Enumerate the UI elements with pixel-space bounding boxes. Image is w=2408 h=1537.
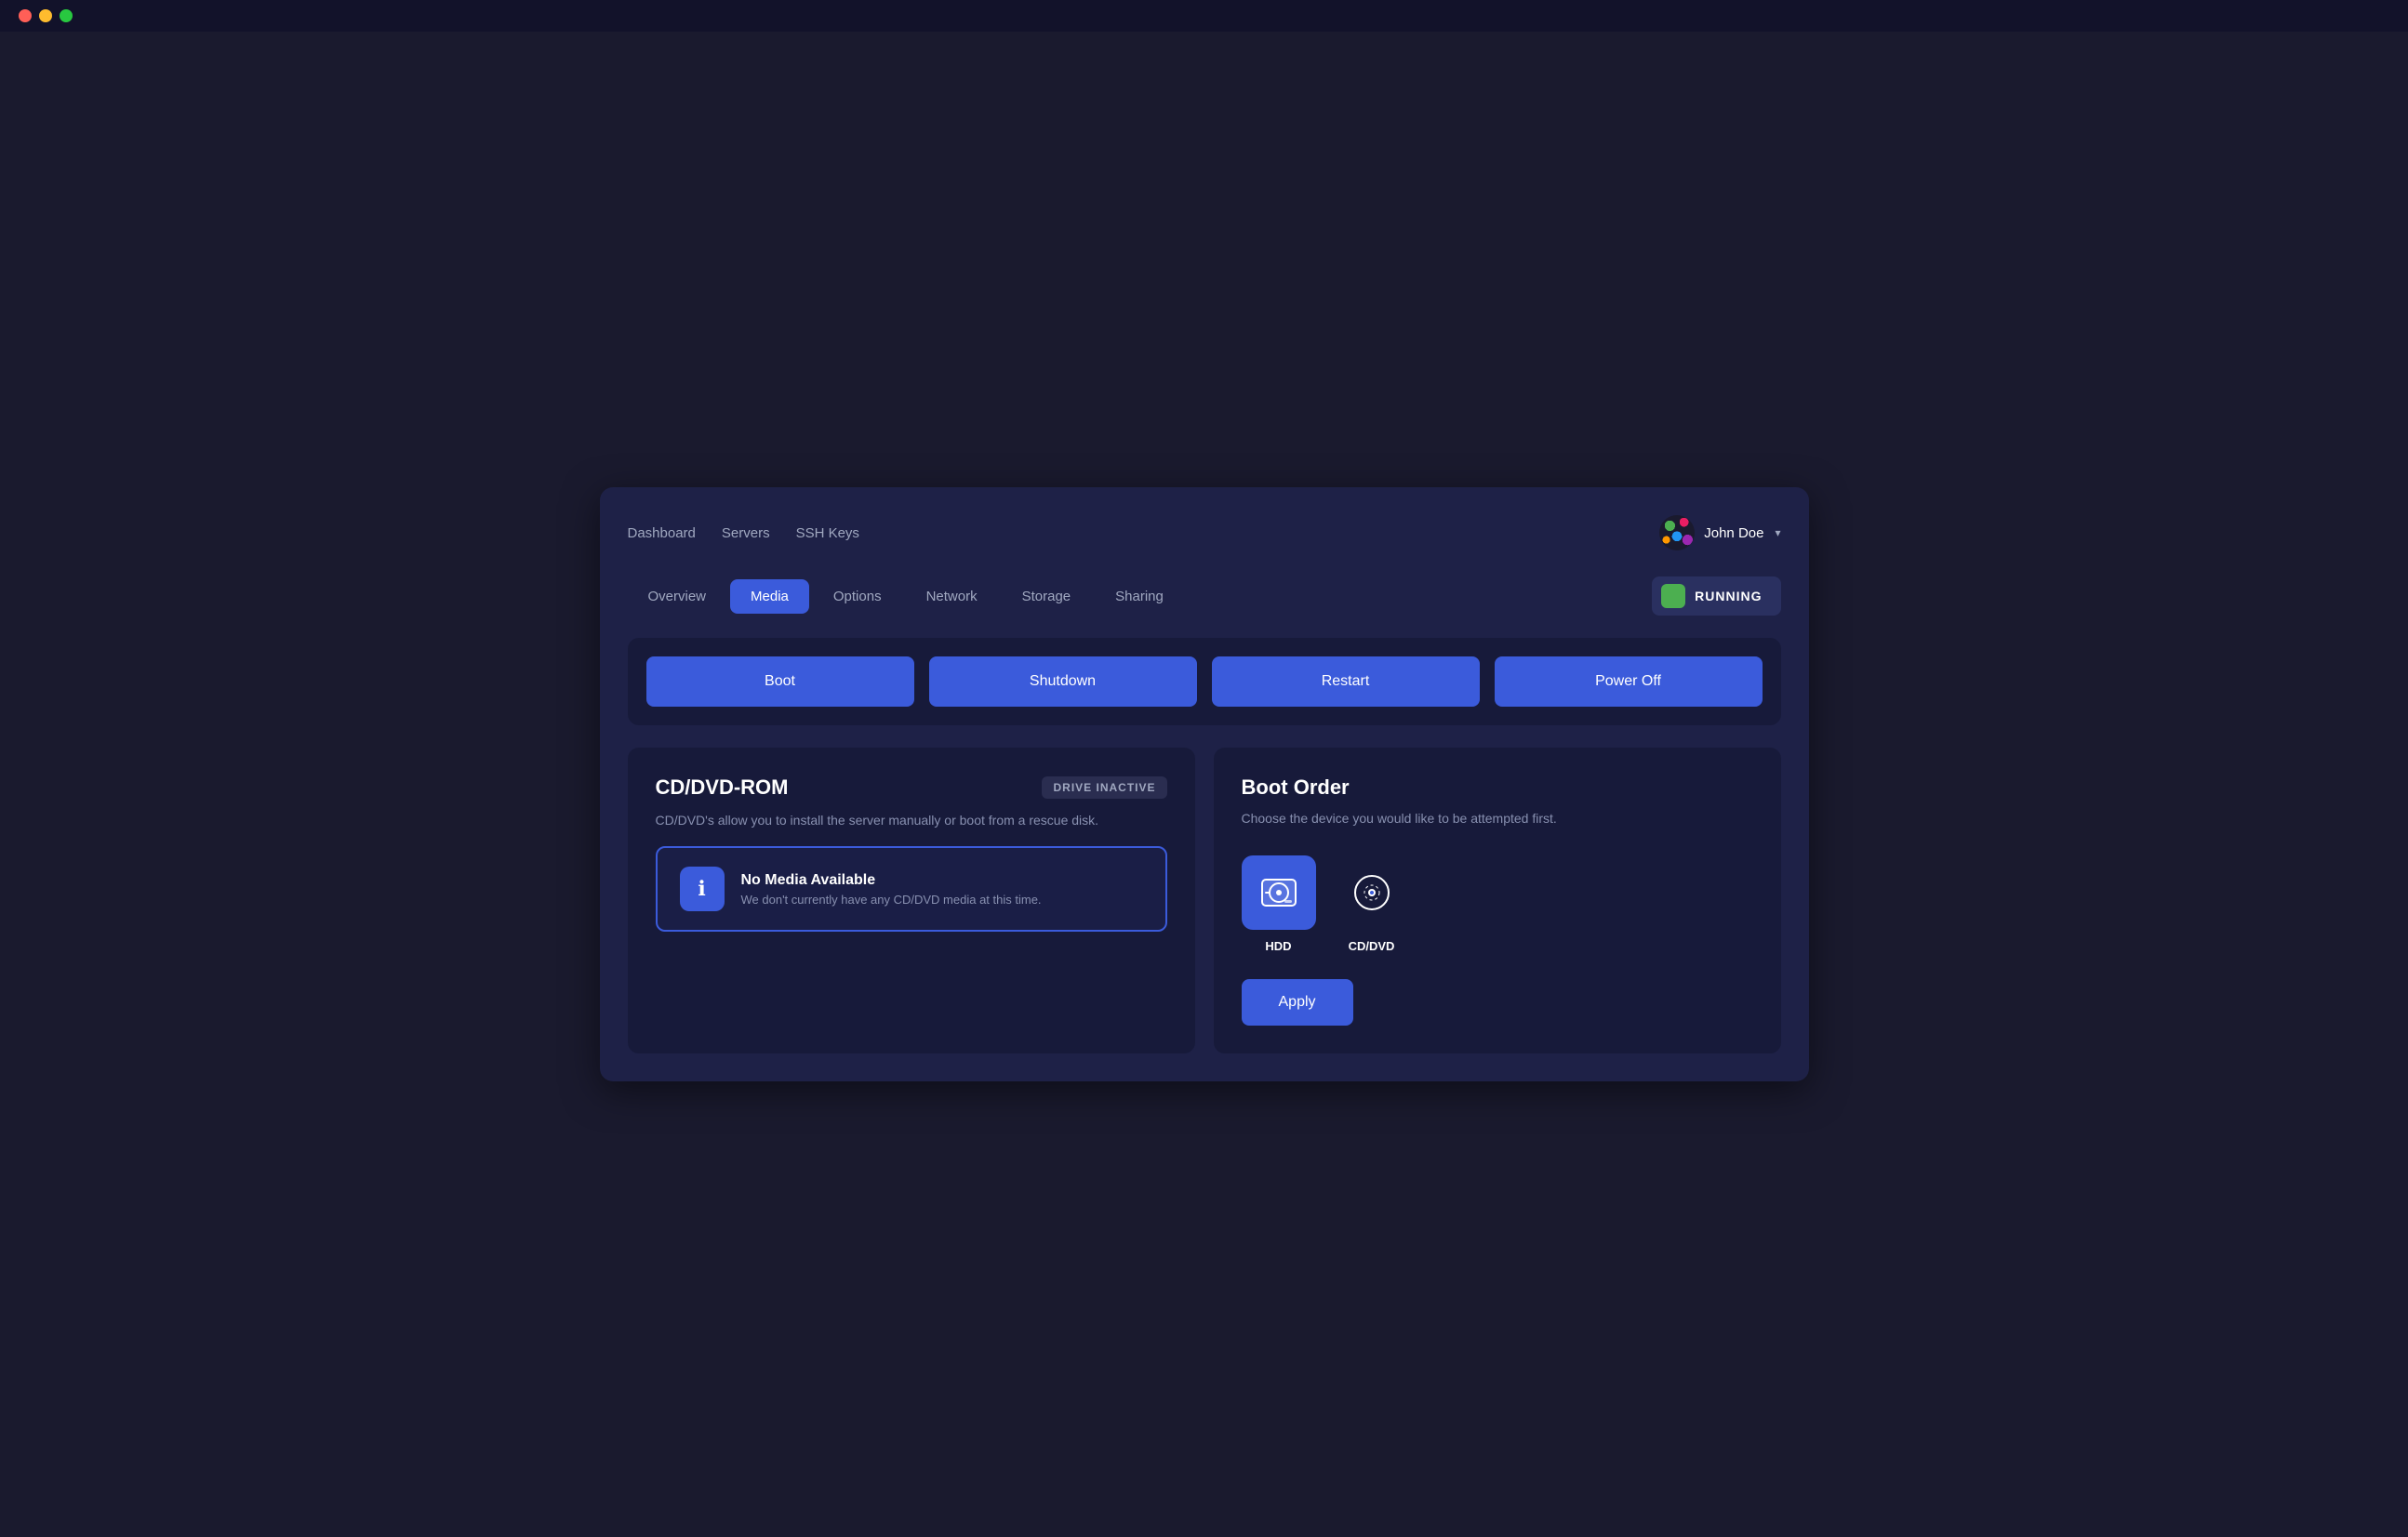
tab-media[interactable]: Media [730,579,809,614]
cddvd-panel: CD/DVD-ROM DRIVE INACTIVE CD/DVD's allow… [628,748,1195,1053]
media-title: No Media Available [741,872,1042,889]
user-name: John Doe [1704,525,1763,541]
tab-sharing[interactable]: Sharing [1095,579,1184,614]
shutdown-button[interactable]: Shutdown [929,656,1197,707]
action-buttons-row: Boot Shutdown Restart Power Off [628,638,1781,725]
tab-network[interactable]: Network [906,579,998,614]
boot-devices: HDD CD/DVD [1242,855,1753,953]
nav-servers[interactable]: Servers [722,525,770,541]
info-icon: ℹ [698,877,705,901]
user-section[interactable]: John Doe ▾ [1659,515,1780,550]
restart-button[interactable]: Restart [1212,656,1480,707]
top-nav: Dashboard Servers SSH Keys John Doe ▾ [628,515,1781,550]
nav-dashboard[interactable]: Dashboard [628,525,696,541]
cddvd-panel-desc: CD/DVD's allow you to install the server… [656,813,1167,828]
boot-device-cddvd[interactable]: CD/DVD [1335,855,1409,953]
media-info-icon: ℹ [680,867,725,911]
cddvd-label: CD/DVD [1349,939,1395,953]
app-container: Dashboard Servers SSH Keys John Doe ▾ Ov… [600,487,1809,1081]
media-box: ℹ No Media Available We don't currently … [656,846,1167,932]
apply-button[interactable]: Apply [1242,979,1353,1026]
boot-desc: Choose the device you would like to be a… [1242,811,1753,826]
tabs-row: Overview Media Options Network Storage S… [628,576,1781,616]
hdd-icon-box [1242,855,1316,930]
boot-device-hdd[interactable]: HDD [1242,855,1316,953]
nav-ssh-keys[interactable]: SSH Keys [796,525,859,541]
media-info: No Media Available We don't currently ha… [741,872,1042,907]
traffic-light-green[interactable] [60,9,73,22]
status-text: RUNNING [1695,589,1762,603]
traffic-light-yellow[interactable] [39,9,52,22]
power-off-button[interactable]: Power Off [1495,656,1763,707]
hdd-label: HDD [1265,939,1291,953]
panels: CD/DVD-ROM DRIVE INACTIVE CD/DVD's allow… [628,748,1781,1053]
cddvd-icon-box [1335,855,1409,930]
avatar [1659,515,1695,550]
tab-overview[interactable]: Overview [628,579,727,614]
top-nav-links: Dashboard Servers SSH Keys [628,525,859,541]
tab-storage[interactable]: Storage [1002,579,1092,614]
title-bar [0,0,2408,32]
cddvd-panel-title: CD/DVD-ROM [656,775,789,800]
hdd-icon [1258,872,1299,913]
traffic-light-red[interactable] [19,9,32,22]
boot-button[interactable]: Boot [646,656,914,707]
status-dot [1661,584,1685,608]
status-badge: RUNNING [1652,576,1780,616]
media-subtitle: We don't currently have any CD/DVD media… [741,893,1042,907]
drive-inactive-badge: DRIVE INACTIVE [1042,776,1166,799]
cddvd-panel-header: CD/DVD-ROM DRIVE INACTIVE [656,775,1167,800]
dropdown-arrow-icon: ▾ [1775,526,1780,539]
cddvd-icon [1351,872,1392,913]
tab-options[interactable]: Options [813,579,902,614]
tabs: Overview Media Options Network Storage S… [628,579,1184,614]
boot-order-panel: Boot Order Choose the device you would l… [1214,748,1781,1053]
boot-title: Boot Order [1242,775,1753,800]
